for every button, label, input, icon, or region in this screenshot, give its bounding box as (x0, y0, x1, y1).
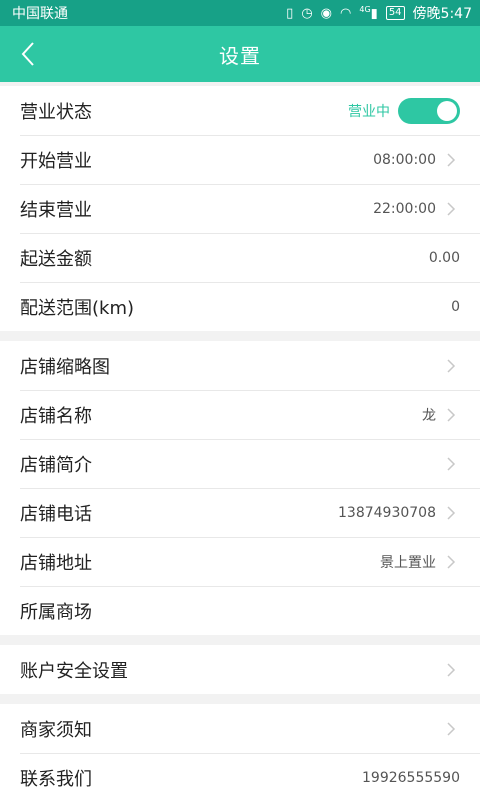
row-account-security[interactable]: 账户安全设置 (0, 645, 480, 694)
toggle-knob (437, 100, 457, 121)
header-bar: 设置 (0, 26, 480, 82)
toggle-label: 营业中 (348, 103, 390, 120)
battery-indicator: 54 (385, 6, 405, 20)
row-value: 0.00 (428, 249, 460, 266)
row-label: 账户安全设置 (20, 660, 128, 682)
row-value: 13874930708 (338, 504, 436, 521)
row-business-status: 营业状态 营业中 (0, 86, 480, 135)
row-label: 店铺简介 (20, 454, 92, 476)
row-label: 配送范围(km) (20, 297, 135, 319)
back-button[interactable] (14, 38, 42, 70)
signal-label: 4G (359, 4, 371, 14)
row-label: 开始营业 (20, 150, 92, 172)
row-shop-intro[interactable]: 店铺简介 (0, 439, 480, 488)
chevron-right-icon (442, 406, 460, 424)
row-label: 商家须知 (20, 719, 92, 741)
row-value: 19926555590 (362, 769, 460, 786)
row-label: 起送金额 (20, 248, 92, 270)
chevron-right-icon (442, 504, 460, 522)
info-group: 商家须知 联系我们 19926555590 (0, 704, 480, 800)
row-label: 店铺缩略图 (20, 356, 110, 378)
row-merchant-notice[interactable]: 商家须知 (0, 704, 480, 753)
eye-icon: ◉ (320, 5, 333, 21)
row-value: 景上置业 (380, 554, 436, 571)
status-icons: ▯ ◷ ◉ ◠ 4G▮ 54 傍晚5:47 (286, 3, 472, 23)
row-value: 0 (451, 298, 460, 315)
row-shop-address[interactable]: 店铺地址 景上置业 (0, 537, 480, 586)
vibrate-icon: ▯ (286, 5, 294, 21)
row-label: 结束营业 (20, 199, 92, 221)
row-label: 所属商场 (20, 601, 92, 623)
row-contact-us[interactable]: 联系我们 19926555590 (0, 753, 480, 800)
chevron-right-icon (442, 661, 460, 679)
row-mall[interactable]: 所属商场 (0, 586, 480, 635)
wifi-icon: ◠ (340, 5, 352, 21)
row-delivery-range[interactable]: 配送范围(km) 0 (0, 282, 480, 331)
settings-list: 营业状态 营业中 开始营业 08:00:00 结束营业 22:00:00 起送金… (0, 86, 480, 800)
row-shop-name[interactable]: 店铺名称 龙 (0, 390, 480, 439)
chevron-right-icon (442, 553, 460, 571)
chevron-right-icon (442, 455, 460, 473)
row-value: 08:00:00 (373, 151, 436, 168)
row-label: 店铺地址 (20, 552, 92, 574)
chevron-right-icon (442, 720, 460, 738)
status-bar: 中国联通 ▯ ◷ ◉ ◠ 4G▮ 54 傍晚5:47 (0, 0, 480, 26)
signal-icon: 4G▮ (359, 4, 378, 22)
row-open-time[interactable]: 开始营业 08:00:00 (0, 135, 480, 184)
row-label: 联系我们 (20, 768, 92, 790)
row-label: 营业状态 (20, 101, 92, 123)
business-status-toggle[interactable] (398, 97, 460, 124)
alarm-icon: ◷ (301, 5, 313, 21)
business-group: 营业状态 营业中 开始营业 08:00:00 结束营业 22:00:00 起送金… (0, 86, 480, 331)
row-label: 店铺电话 (20, 503, 92, 525)
row-shop-thumbnail[interactable]: 店铺缩略图 (0, 341, 480, 390)
row-close-time[interactable]: 结束营业 22:00:00 (0, 184, 480, 233)
row-value: 22:00:00 (373, 200, 436, 217)
back-arrow-icon (21, 42, 34, 66)
row-label: 店铺名称 (20, 405, 92, 427)
chevron-right-icon (442, 200, 460, 218)
account-group: 账户安全设置 (0, 645, 480, 694)
clock: 傍晚5:47 (412, 6, 472, 22)
chevron-right-icon (442, 357, 460, 375)
chevron-right-icon (442, 151, 460, 169)
row-value: 龙 (422, 407, 436, 424)
page-title: 设置 (219, 43, 261, 68)
row-shop-phone[interactable]: 店铺电话 13874930708 (0, 488, 480, 537)
carrier-label: 中国联通 (12, 6, 68, 22)
shop-group: 店铺缩略图 店铺名称 龙 店铺简介 店铺电话 13874930708 店铺地址 … (0, 341, 480, 635)
row-min-order[interactable]: 起送金额 0.00 (0, 233, 480, 282)
